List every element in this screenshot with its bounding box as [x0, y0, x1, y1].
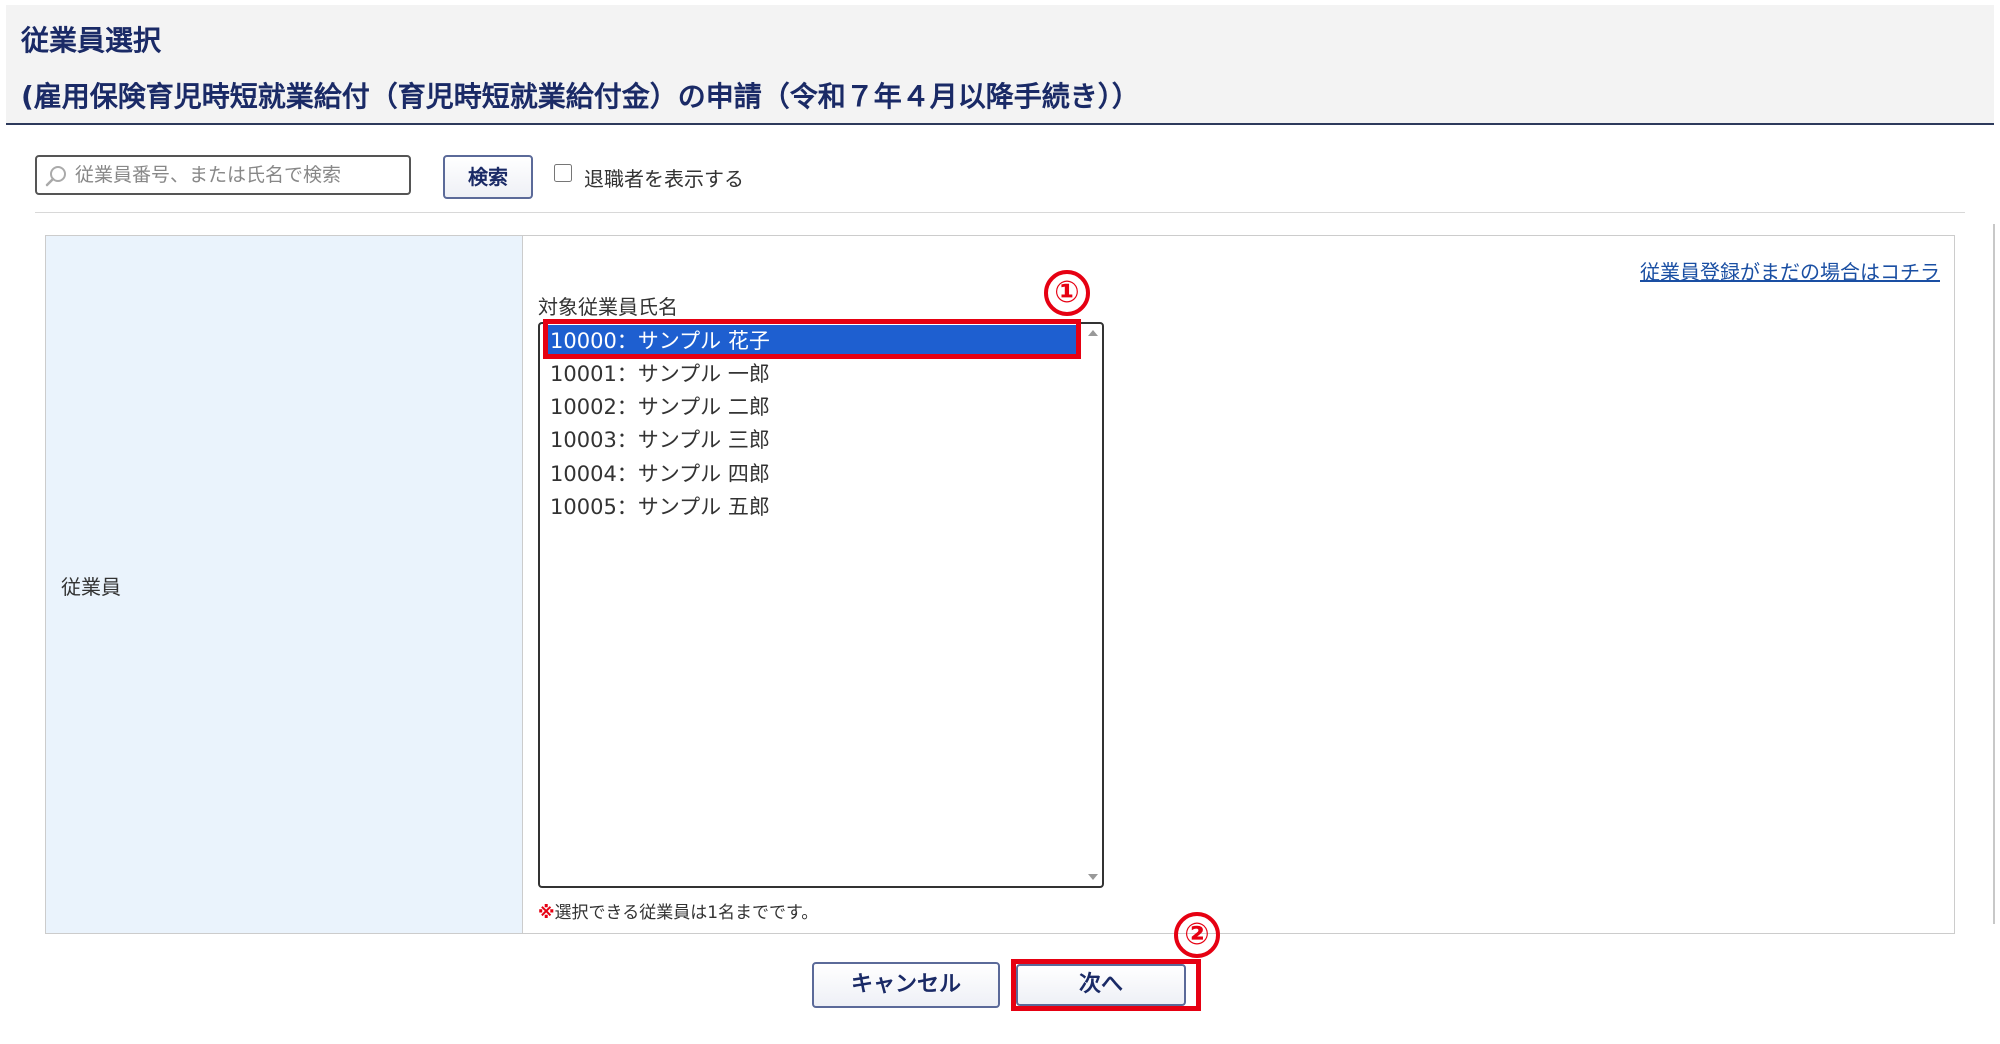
register-employee-link[interactable]: 従業員登録がまだの場合はコチラ: [1640, 256, 1940, 285]
page: 従業員選択 (雇用保険育児時短就業給付（育児時短就業給付金）の申請（令和７年４月…: [0, 0, 2000, 1044]
search-box: [35, 155, 411, 195]
employee-option[interactable]: 10003：サンプル 三郎: [546, 424, 1078, 457]
scroll-down-arrow-icon[interactable]: [1088, 874, 1098, 880]
highlight-box-step1: [543, 319, 1081, 359]
employee-label: 従業員: [61, 575, 121, 599]
employee-option[interactable]: 10005：サンプル 五郎: [546, 491, 1078, 524]
search-input[interactable]: [75, 161, 395, 189]
employee-option[interactable]: 10001：サンプル 一郎: [546, 358, 1078, 391]
search-icon: [45, 166, 66, 187]
show-retired-label[interactable]: 退職者を表示する: [584, 163, 744, 192]
show-retired-checkbox[interactable]: [554, 164, 572, 182]
step1-callout: ①: [1044, 270, 1090, 316]
page-header: 従業員選択 (雇用保険育児時短就業給付（育児時短就業給付金）の申請（令和７年４月…: [6, 5, 1994, 125]
page-subtitle: (雇用保険育児時短就業給付（育児時短就業給付金）の申請（令和７年４月以降手続き）…: [21, 80, 1140, 113]
page-scroll-edge: [1993, 224, 1995, 924]
employee-label-cell: 従業員: [46, 236, 523, 933]
toolbar-divider: [35, 212, 1965, 213]
scroll-up-arrow-icon[interactable]: [1088, 330, 1098, 336]
selection-note: ※選択できる従業員は1名までです。: [538, 898, 818, 923]
note-mark: ※: [538, 903, 555, 923]
employee-option[interactable]: 10002：サンプル 二郎: [546, 391, 1078, 424]
cancel-button[interactable]: キャンセル: [812, 962, 1000, 1008]
employee-list-label: 対象従業員氏名: [538, 295, 678, 319]
employee-option[interactable]: 10004：サンプル 四郎: [546, 458, 1078, 491]
employee-listbox[interactable]: 10000：サンプル 花子 10001：サンプル 一郎 10002：サンプル 二…: [538, 322, 1104, 888]
highlight-box-step2: [1011, 959, 1201, 1011]
note-text: 選択できる従業員は1名までです。: [554, 903, 819, 923]
page-title: 従業員選択: [21, 24, 162, 57]
step2-callout: ②: [1174, 912, 1220, 958]
search-button[interactable]: 検索: [443, 155, 533, 199]
